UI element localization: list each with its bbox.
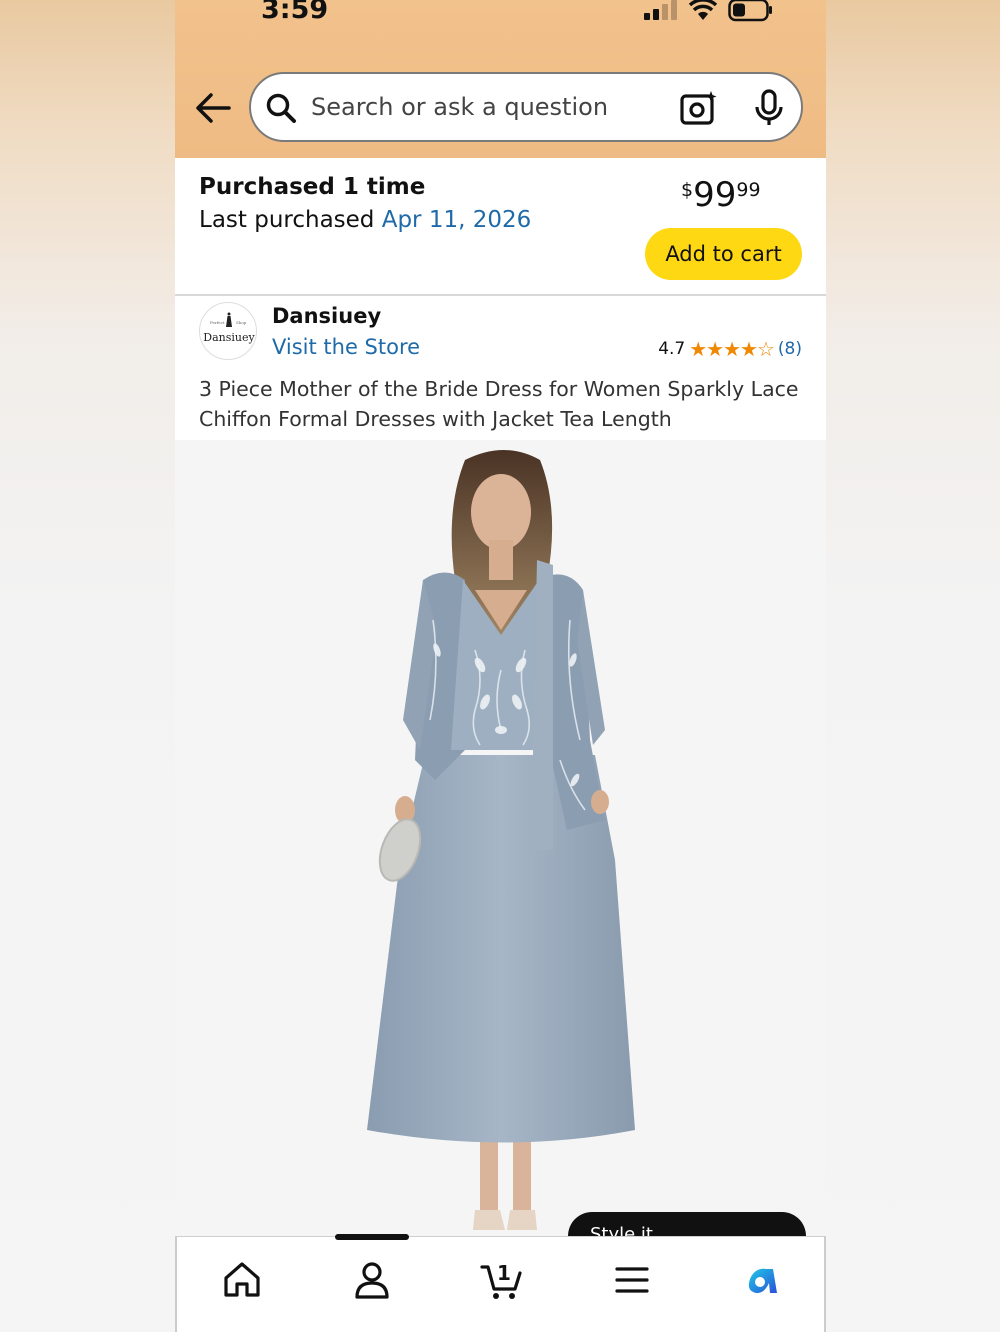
visit-store-link[interactable]: Visit the Store <box>272 335 420 359</box>
app-header: 3:59 <box>175 0 826 158</box>
rating-summary[interactable]: 4.7 ★★★★☆ (8) <box>658 337 802 361</box>
store-logo-text: Dansiuey <box>203 331 255 344</box>
purchased-count: Purchased 1 time <box>199 174 426 200</box>
back-arrow-icon[interactable] <box>193 88 233 128</box>
search-icon[interactable] <box>265 92 297 124</box>
cart-icon[interactable]: 1 <box>479 1257 525 1303</box>
bottom-navigation: 1 <box>175 1234 826 1332</box>
purchase-history-panel: Purchased 1 time Last purchased Apr 11, … <box>175 158 826 294</box>
price-whole: 99 <box>693 175 737 215</box>
battery-icon <box>728 0 772 22</box>
status-icons <box>644 0 774 24</box>
product-title: 3 Piece Mother of the Bride Dress for Wo… <box>199 377 799 431</box>
amazon-app-screen: 3:59 Search or ask a question Purchased … <box>175 0 826 1332</box>
price: $ 99 99 <box>681 176 761 214</box>
last-purchased-line: Last purchased Apr 11, 2026 <box>199 207 531 233</box>
account-icon[interactable] <box>349 1257 395 1303</box>
rufus-icon[interactable] <box>739 1257 785 1303</box>
product-image[interactable]: Style it <box>175 440 826 1236</box>
price-fraction: 99 <box>736 179 761 201</box>
star-rating-icon: ★★★★☆ <box>689 337 775 361</box>
wifi-icon <box>688 0 718 20</box>
cart-count: 1 <box>497 1261 511 1285</box>
rating-value: 4.7 <box>658 339 686 359</box>
store-panel: Perfect Shop Dansiuey Dansiuey Visit the… <box>175 296 826 440</box>
active-tab-indicator <box>335 1234 409 1240</box>
search-bar[interactable] <box>249 72 803 142</box>
dress-photo <box>367 450 635 1230</box>
svg-text:Perfect: Perfect <box>210 320 225 325</box>
price-symbol: $ <box>681 179 694 201</box>
last-purchased-label: Last purchased <box>199 207 382 233</box>
camera-lens-icon[interactable] <box>679 89 719 127</box>
add-to-cart-button[interactable]: Add to cart <box>645 228 802 280</box>
store-logo[interactable]: Perfect Shop Dansiuey <box>199 302 257 360</box>
last-purchased-date[interactable]: Apr 11, 2026 <box>382 207 532 233</box>
signal-icon <box>644 0 677 20</box>
dress-silhouette-icon: Perfect Shop <box>210 312 247 327</box>
review-count[interactable]: (8) <box>778 339 802 359</box>
style-it-button[interactable]: Style it <box>568 1212 806 1236</box>
microphone-icon[interactable] <box>753 89 785 127</box>
home-icon[interactable] <box>219 1257 265 1303</box>
style-it-label: Style it <box>590 1224 653 1236</box>
svg-text:Shop: Shop <box>236 320 247 325</box>
store-name: Dansiuey <box>272 304 382 328</box>
menu-icon[interactable] <box>609 1257 655 1303</box>
search-input[interactable] <box>311 86 651 128</box>
status-time: 3:59 <box>261 0 329 25</box>
